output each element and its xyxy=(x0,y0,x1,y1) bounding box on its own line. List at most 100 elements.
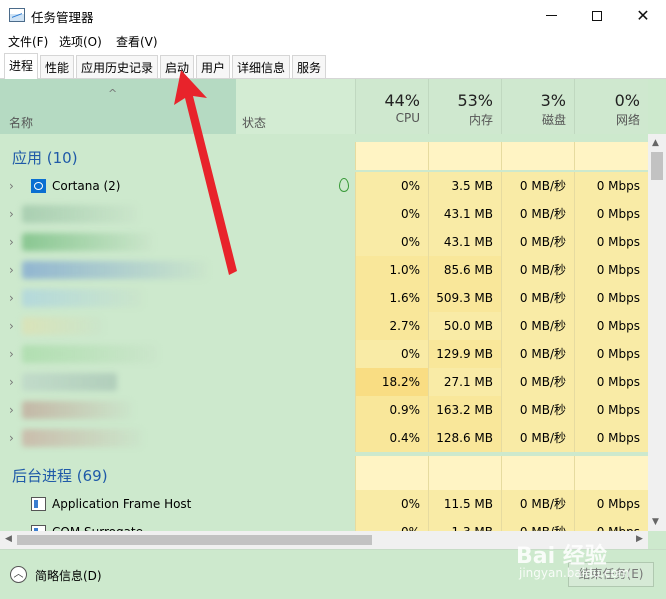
network-cell: 0 Mbps xyxy=(574,312,648,340)
memory-cell: 11.5 MB xyxy=(428,490,501,518)
window-title: 任务管理器 xyxy=(31,10,94,25)
close-button[interactable]: ✕ xyxy=(620,0,666,31)
scroll-left-icon[interactable]: ◀ xyxy=(5,534,12,544)
group-title-background: 后台进程 (69) xyxy=(12,467,108,485)
memory-cell: 3.5 MB xyxy=(428,172,501,200)
network-cell: 0 Mbps xyxy=(574,172,648,200)
minimize-button[interactable] xyxy=(528,0,574,31)
tab-details[interactable]: 详细信息 xyxy=(232,55,291,78)
cpu-cell: 0% xyxy=(355,490,428,518)
table-row[interactable]: › Cortana (2) 0% 3.5 MB 0 MB/秒 0 Mbps xyxy=(0,172,648,200)
disk-label: 磁盘 xyxy=(541,113,566,127)
table-row[interactable]: › 0.4% 128.6 MB 0 MB/秒 0 Mbps xyxy=(0,424,648,452)
table-row[interactable]: › 18.2% 27.1 MB 0 MB/秒 0 Mbps xyxy=(0,368,648,396)
network-cell: 0 Mbps xyxy=(574,284,648,312)
tab-startup[interactable]: 启动 xyxy=(160,55,195,78)
tab-app-history[interactable]: 应用历史记录 xyxy=(76,55,159,78)
minimize-icon xyxy=(545,15,557,16)
blurred-process-name xyxy=(22,261,207,279)
memory-percent: 53% xyxy=(457,91,493,110)
cpu-cell: 0% xyxy=(355,518,428,531)
network-label: 网络 xyxy=(615,113,640,127)
expand-chevron-icon[interactable]: › xyxy=(9,319,14,333)
menu-view[interactable]: 查看(V) xyxy=(116,33,158,50)
table-row[interactable]: › 0% 43.1 MB 0 MB/秒 0 Mbps xyxy=(0,228,648,256)
chevron-up-icon[interactable]: ︿ xyxy=(10,566,27,583)
memory-cell: 129.9 MB xyxy=(428,340,501,368)
group-disk-cell xyxy=(501,456,574,490)
group-mem-cell xyxy=(428,142,501,170)
fewer-details-link[interactable]: 简略信息(D) xyxy=(35,567,102,584)
cpu-cell: 1.0% xyxy=(355,256,428,284)
cpu-cell: 0.9% xyxy=(355,396,428,424)
memory-cell: 509.3 MB xyxy=(428,284,501,312)
blurred-process-name xyxy=(22,317,102,335)
table-row[interactable]: › 0% 43.1 MB 0 MB/秒 0 Mbps xyxy=(0,200,648,228)
table-row[interactable]: › 1.0% 85.6 MB 0 MB/秒 0 Mbps xyxy=(0,256,648,284)
expand-chevron-icon[interactable]: › xyxy=(9,375,14,389)
scroll-up-icon[interactable]: ▲ xyxy=(652,138,659,148)
expand-chevron-icon[interactable]: › xyxy=(9,263,14,277)
disk-cell: 0 MB/秒 xyxy=(501,228,574,256)
disk-cell: 0 MB/秒 xyxy=(501,368,574,396)
disk-cell: 0 MB/秒 xyxy=(501,396,574,424)
expand-chevron-icon[interactable]: › xyxy=(9,347,14,361)
tab-services[interactable]: 服务 xyxy=(292,55,327,78)
expand-chevron-icon[interactable]: › xyxy=(9,431,14,445)
tab-performance[interactable]: 性能 xyxy=(40,55,75,78)
scroll-down-icon[interactable]: ▼ xyxy=(652,517,659,527)
column-header-network[interactable]: 0% 网络 xyxy=(574,79,648,134)
expand-chevron-icon[interactable]: › xyxy=(9,207,14,221)
network-cell: 0 Mbps xyxy=(574,396,648,424)
group-net-cell xyxy=(574,142,648,170)
group-cpu-cell xyxy=(355,456,428,490)
memory-cell: 85.6 MB xyxy=(428,256,501,284)
sort-ascending-icon: ^ xyxy=(108,87,118,100)
table-row[interactable]: Application Frame Host 0% 11.5 MB 0 MB/秒… xyxy=(0,490,648,518)
table-row[interactable]: › 0% 129.9 MB 0 MB/秒 0 Mbps xyxy=(0,340,648,368)
disk-percent: 3% xyxy=(540,91,566,110)
menu-options[interactable]: 选项(O) xyxy=(59,33,102,50)
table-row[interactable]: › 0.9% 163.2 MB 0 MB/秒 0 Mbps xyxy=(0,396,648,424)
suspended-leaf-icon xyxy=(339,178,349,192)
disk-cell: 0 MB/秒 xyxy=(501,518,574,531)
blurred-process-name xyxy=(22,345,157,363)
expand-chevron-icon[interactable]: › xyxy=(9,235,14,249)
table-row[interactable]: COM Surrogate 0% 1.3 MB 0 MB/秒 0 Mbps xyxy=(0,518,648,531)
column-header-disk[interactable]: 3% 磁盘 xyxy=(501,79,574,134)
column-header-name[interactable] xyxy=(0,79,236,134)
cpu-cell: 0.4% xyxy=(355,424,428,452)
expand-chevron-icon[interactable]: › xyxy=(9,291,14,305)
blurred-process-name xyxy=(22,233,152,251)
process-name: COM Surrogate xyxy=(52,518,143,531)
scroll-right-icon[interactable]: ▶ xyxy=(636,534,643,544)
memory-cell: 27.1 MB xyxy=(428,368,501,396)
tab-users[interactable]: 用户 xyxy=(196,55,231,78)
memory-cell: 50.0 MB xyxy=(428,312,501,340)
maximize-button[interactable] xyxy=(574,0,620,31)
close-icon: ✕ xyxy=(636,6,650,25)
group-header-background[interactable]: 后台进程 (69) xyxy=(0,456,648,490)
vertical-scrollbar[interactable]: ▲ ▼ xyxy=(648,134,666,531)
column-header-memory[interactable]: 53% 内存 xyxy=(428,79,501,134)
process-list: ^ 名称 状态 44% CPU 53% 内存 3% 磁盘 0% 网络 应用 (1… xyxy=(0,79,666,549)
disk-cell: 0 MB/秒 xyxy=(501,200,574,228)
network-cell: 0 Mbps xyxy=(574,490,648,518)
blurred-process-name xyxy=(22,205,137,223)
expand-chevron-icon[interactable]: › xyxy=(9,403,14,417)
column-header-cpu[interactable]: 44% CPU xyxy=(355,79,428,134)
vertical-scroll-thumb[interactable] xyxy=(651,152,663,180)
tab-processes[interactable]: 进程 xyxy=(4,53,39,79)
group-header-apps[interactable]: 应用 (10) xyxy=(0,142,648,170)
process-name: Cortana (2) xyxy=(52,179,121,193)
expand-chevron-icon[interactable]: › xyxy=(9,179,14,193)
memory-cell: 128.6 MB xyxy=(428,424,501,452)
group-net-cell xyxy=(574,456,648,490)
menu-file[interactable]: 文件(F) xyxy=(8,33,48,50)
network-cell: 0 Mbps xyxy=(574,256,648,284)
table-row[interactable]: › 2.7% 50.0 MB 0 MB/秒 0 Mbps xyxy=(0,312,648,340)
network-cell: 0 Mbps xyxy=(574,340,648,368)
group-mem-cell xyxy=(428,456,501,490)
horizontal-scroll-thumb[interactable] xyxy=(17,535,372,545)
table-row[interactable]: › 1.6% 509.3 MB 0 MB/秒 0 Mbps xyxy=(0,284,648,312)
